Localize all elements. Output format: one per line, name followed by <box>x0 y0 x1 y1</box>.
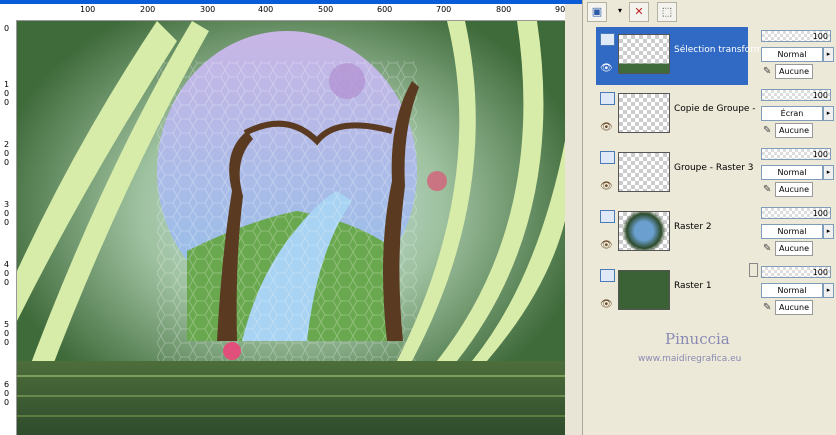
watermark-title: Pinuccia <box>665 330 730 348</box>
ruler-label: 5 0 0 <box>4 320 10 347</box>
layer-properties: 100 Normal ▸ ✎ Aucune <box>761 28 836 80</box>
pen-icon: ✎ <box>763 184 772 195</box>
chevron-down-icon[interactable]: ▾ <box>611 2 629 20</box>
layer-properties: 100 Écran ▸ ✎ Aucune <box>761 87 836 139</box>
pen-icon: ✎ <box>763 125 772 136</box>
chevron-right-icon[interactable]: ▸ <box>823 106 834 121</box>
ruler-label: 0 <box>4 24 10 33</box>
pen-icon: ✎ <box>763 302 772 313</box>
layer-name: Raster 2 <box>674 222 712 232</box>
ruler-label: 3 0 0 <box>4 200 10 227</box>
edit-selection-icon[interactable]: ⬚ <box>657 2 677 22</box>
layer-name: Raster 1 <box>674 281 712 291</box>
horizontal-ruler: 100 200 300 400 500 600 700 800 900 <box>0 4 582 21</box>
mask-select[interactable]: Aucune <box>775 182 813 197</box>
layer-thumbnail <box>618 152 670 192</box>
layer-type-icon <box>600 210 615 223</box>
layer-type-icon <box>600 151 615 164</box>
canvas-vertical-scrollbar[interactable] <box>565 4 582 435</box>
delete-layer-icon[interactable]: ✕ <box>629 2 649 22</box>
layer-thumbnail <box>618 93 670 133</box>
ruler-label: 400 <box>258 5 274 14</box>
opacity-field[interactable]: 100 <box>761 89 831 101</box>
layer-type-icon <box>600 33 615 46</box>
watermark-url: www.maidiregrafica.eu <box>638 354 742 364</box>
mask-select[interactable]: Aucune <box>775 241 813 256</box>
blend-mode-select[interactable]: Normal <box>761 47 823 62</box>
ruler-label: 300 <box>200 5 216 14</box>
eye-icon[interactable]: 👁 <box>600 299 613 310</box>
layers-toolbar: ▣ ▾ ✕ ⬚ <box>585 0 755 24</box>
ruler-label: 6 0 0 <box>4 380 10 407</box>
ruler-label: 600 <box>377 5 393 14</box>
ruler-label: 500 <box>318 5 334 14</box>
blend-mode-select[interactable]: Normal <box>761 165 823 180</box>
layer-properties: 100 Normal ▸ ✎ Aucune <box>761 146 836 198</box>
chevron-right-icon[interactable]: ▸ <box>823 47 834 62</box>
canvas-artwork <box>17 21 565 435</box>
layer-row[interactable]: Raster 2 👁 <box>596 204 748 262</box>
layer-name: Sélection transform <box>674 45 763 55</box>
new-layer-icon[interactable]: ▣ <box>587 2 607 22</box>
layer-properties: 100 Normal ▸ ✎ Aucune <box>761 264 836 316</box>
layer-type-icon <box>600 269 615 282</box>
layer-type-icon <box>600 92 615 105</box>
pen-icon: ✎ <box>763 66 772 77</box>
opacity-field[interactable]: 100 <box>761 30 831 42</box>
layer-row[interactable]: Sélection transform 👁 <box>596 27 762 85</box>
ruler-label: 1 0 0 <box>4 80 10 107</box>
layer-properties: 100 Normal ▸ ✎ Aucune <box>761 205 836 257</box>
layer-name: Groupe - Raster 3 <box>674 163 754 173</box>
chevron-right-icon[interactable]: ▸ <box>823 283 834 298</box>
image-canvas[interactable] <box>17 21 565 435</box>
layer-thumbnail <box>618 34 670 74</box>
panel-scroll-handle[interactable] <box>749 263 758 277</box>
ruler-label: 4 0 0 <box>4 260 10 287</box>
eye-icon[interactable]: 👁 <box>600 181 613 192</box>
blend-mode-select[interactable]: Normal <box>761 224 823 239</box>
ruler-label: 2 0 0 <box>4 140 10 167</box>
ruler-label: 800 <box>496 5 512 14</box>
vertical-ruler: 0 1 0 0 2 0 0 3 0 0 4 0 0 5 0 0 6 0 0 <box>0 20 17 435</box>
layer-row[interactable]: Copie de Groupe - 👁 <box>596 86 756 144</box>
layer-name: Copie de Groupe - <box>674 104 756 114</box>
opacity-field[interactable]: 100 <box>761 148 831 160</box>
mask-select[interactable]: Aucune <box>775 64 813 79</box>
ruler-label: 700 <box>436 5 452 14</box>
layer-row[interactable]: Groupe - Raster 3 👁 <box>596 145 754 203</box>
ruler-label: 200 <box>140 5 156 14</box>
chevron-right-icon[interactable]: ▸ <box>823 165 834 180</box>
opacity-field[interactable]: 100 <box>761 207 831 219</box>
ruler-label: 100 <box>80 5 96 14</box>
eye-icon[interactable]: 👁 <box>600 240 613 251</box>
mask-select[interactable]: Aucune <box>775 123 813 138</box>
layer-thumbnail <box>618 270 670 310</box>
eye-icon[interactable]: 👁 <box>600 122 613 133</box>
layer-row[interactable]: Raster 1 👁 <box>596 263 748 321</box>
eye-icon[interactable]: 👁 <box>600 63 613 74</box>
pen-icon: ✎ <box>763 243 772 254</box>
mask-select[interactable]: Aucune <box>775 300 813 315</box>
blend-mode-select[interactable]: Écran <box>761 106 823 121</box>
opacity-field[interactable]: 100 <box>761 266 831 278</box>
blend-mode-select[interactable]: Normal <box>761 283 823 298</box>
chevron-right-icon[interactable]: ▸ <box>823 224 834 239</box>
layer-thumbnail <box>618 211 670 251</box>
